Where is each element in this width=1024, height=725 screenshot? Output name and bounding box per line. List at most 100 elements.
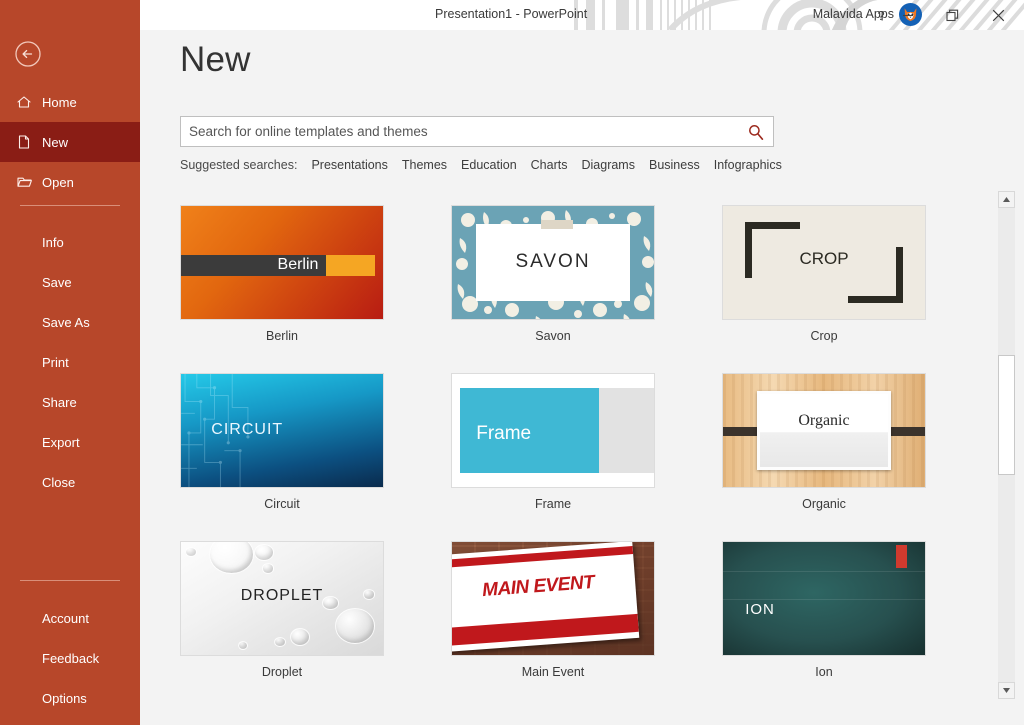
template-label: Savon xyxy=(535,329,571,343)
template-label: Crop xyxy=(810,329,838,343)
template-thumbnail[interactable]: DROPLET xyxy=(180,541,384,656)
sidebar-item-open[interactable]: Open xyxy=(0,162,140,202)
sidebar-item-home[interactable]: Home xyxy=(0,82,140,122)
search-input[interactable] xyxy=(189,118,741,145)
template-thumbnail[interactable]: ION xyxy=(722,541,926,656)
sidebar-item-label: Save xyxy=(42,274,72,290)
droplet-bubble xyxy=(290,627,311,646)
suggested-link-diagrams[interactable]: Diagrams xyxy=(581,158,635,172)
sidebar-item-label: Feedback xyxy=(42,650,100,666)
template-thumbnail[interactable]: Organic xyxy=(722,373,926,488)
powerpoint-backstage-new: Home New Open Info Save Save As Print Sh… xyxy=(0,0,1024,725)
scroll-down-button[interactable] xyxy=(998,682,1015,699)
template-card-berlin[interactable]: Berlin Berlin xyxy=(180,205,406,343)
template-label: Frame xyxy=(534,497,572,511)
template-thumb-title: CROP xyxy=(799,248,849,268)
search-icon[interactable] xyxy=(747,123,765,141)
template-label: Droplet xyxy=(261,665,303,679)
template-thumbnail[interactable]: Frame xyxy=(451,373,655,488)
template-card-droplet[interactable]: DROPLET Droplet xyxy=(180,541,406,679)
chevron-up-icon xyxy=(1003,197,1010,202)
sidebar-item-label: Info xyxy=(42,234,64,250)
page-title: New xyxy=(180,40,251,79)
sidebar-item-save-as[interactable]: Save As xyxy=(0,302,140,342)
scrollbar-thumb[interactable] xyxy=(998,355,1015,475)
window-titlebar: Presentation1 - PowerPoint Malavida Apps… xyxy=(140,0,1024,30)
template-card-ion[interactable]: ION Ion xyxy=(722,541,948,679)
sidebar-secondary-group: Info Save Save As Print Share Export Clo… xyxy=(0,222,140,502)
crop-mark-bottom-right-horizontal xyxy=(848,296,903,304)
template-thumbnail[interactable]: CROP xyxy=(722,205,926,320)
suggested-link-charts[interactable]: Charts xyxy=(531,158,568,172)
berlin-accent-block xyxy=(326,254,375,277)
sidebar-item-label: Export xyxy=(42,434,80,450)
template-label: Berlin xyxy=(266,329,298,343)
template-thumbnail[interactable]: Berlin xyxy=(180,205,384,320)
suggested-link-themes[interactable]: Themes xyxy=(402,158,447,172)
sidebar-item-share[interactable]: Share xyxy=(0,382,140,422)
restore-button[interactable] xyxy=(932,0,972,30)
scroll-up-button[interactable] xyxy=(998,191,1015,208)
droplet-bubble xyxy=(237,641,248,651)
main-event-stripe-bottom xyxy=(452,613,639,646)
sidebar-item-account[interactable]: Account xyxy=(0,598,140,638)
sidebar-item-new[interactable]: New xyxy=(0,122,140,162)
backstage-sidebar: Home New Open Info Save Save As Print Sh… xyxy=(0,0,140,725)
droplet-bubble xyxy=(209,542,254,574)
template-thumb-title: ION xyxy=(745,600,775,618)
template-thumbnail[interactable]: SAVON xyxy=(451,205,655,320)
template-card-main-event[interactable]: MAIN EVENT Main Event xyxy=(451,541,677,679)
template-thumb-title: DROPLET xyxy=(240,587,324,605)
suggested-link-business[interactable]: Business xyxy=(649,158,700,172)
sidebar-tertiary-group: Account Feedback Options xyxy=(0,598,140,718)
sidebar-item-print[interactable]: Print xyxy=(0,342,140,382)
template-label: Circuit xyxy=(264,497,300,511)
suggested-link-presentations[interactable]: Presentations xyxy=(311,158,387,172)
sidebar-divider-bottom xyxy=(20,580,120,581)
template-card-crop[interactable]: CROP Crop xyxy=(722,205,948,343)
template-grid: Berlin Berlin SAVON Savon CROP Crop CIRC… xyxy=(180,205,950,709)
suggested-link-education[interactable]: Education xyxy=(461,158,517,172)
droplet-bubble xyxy=(273,636,287,648)
chevron-down-icon xyxy=(1003,688,1010,693)
main-event-sign: MAIN EVENT xyxy=(452,542,640,652)
suggested-searches: Suggested searches: Presentations Themes… xyxy=(180,158,782,172)
sidebar-item-feedback[interactable]: Feedback xyxy=(0,638,140,678)
sidebar-item-label: Share xyxy=(42,394,77,410)
savon-card: SAVON xyxy=(476,224,630,301)
scrollbar-track[interactable] xyxy=(998,208,1015,682)
suggested-link-infographics[interactable]: Infographics xyxy=(714,158,782,172)
sidebar-divider-top xyxy=(20,205,120,206)
template-thumb-title: Frame xyxy=(476,422,532,444)
sidebar-item-label: Options xyxy=(42,690,87,706)
template-label: Main Event xyxy=(521,665,585,679)
berlin-title-bar: Berlin xyxy=(181,254,327,277)
sidebar-item-export[interactable]: Export xyxy=(0,422,140,462)
organic-card: Organic xyxy=(757,390,891,471)
sidebar-item-info[interactable]: Info xyxy=(0,222,140,262)
template-card-circuit[interactable]: CIRCUIT Circuit xyxy=(180,373,406,511)
sidebar-item-label: Open xyxy=(42,174,74,190)
sidebar-item-save[interactable]: Save xyxy=(0,262,140,302)
ion-red-accent xyxy=(895,545,907,568)
template-card-savon[interactable]: SAVON Savon xyxy=(451,205,677,343)
sidebar-item-label: New xyxy=(42,134,69,150)
minimize-button[interactable] xyxy=(888,0,928,30)
sidebar-item-options[interactable]: Options xyxy=(0,678,140,718)
crop-mark-top-left-horizontal xyxy=(745,221,800,229)
droplet-bubble xyxy=(261,563,274,574)
ion-line xyxy=(723,598,925,600)
template-thumbnail[interactable]: CIRCUIT xyxy=(180,373,384,488)
template-card-frame[interactable]: Frame Frame xyxy=(451,373,677,511)
new-document-icon xyxy=(16,134,38,150)
home-icon xyxy=(16,94,38,110)
template-card-organic[interactable]: Organic Organic xyxy=(722,373,948,511)
template-scrollbar[interactable] xyxy=(998,191,1015,699)
back-button[interactable] xyxy=(14,40,42,68)
search-box[interactable] xyxy=(180,116,774,147)
search-row xyxy=(180,116,774,147)
template-thumb-title: SAVON xyxy=(515,251,591,273)
template-thumbnail[interactable]: MAIN EVENT xyxy=(451,541,655,656)
sidebar-item-close[interactable]: Close xyxy=(0,462,140,502)
close-button[interactable] xyxy=(978,0,1018,30)
